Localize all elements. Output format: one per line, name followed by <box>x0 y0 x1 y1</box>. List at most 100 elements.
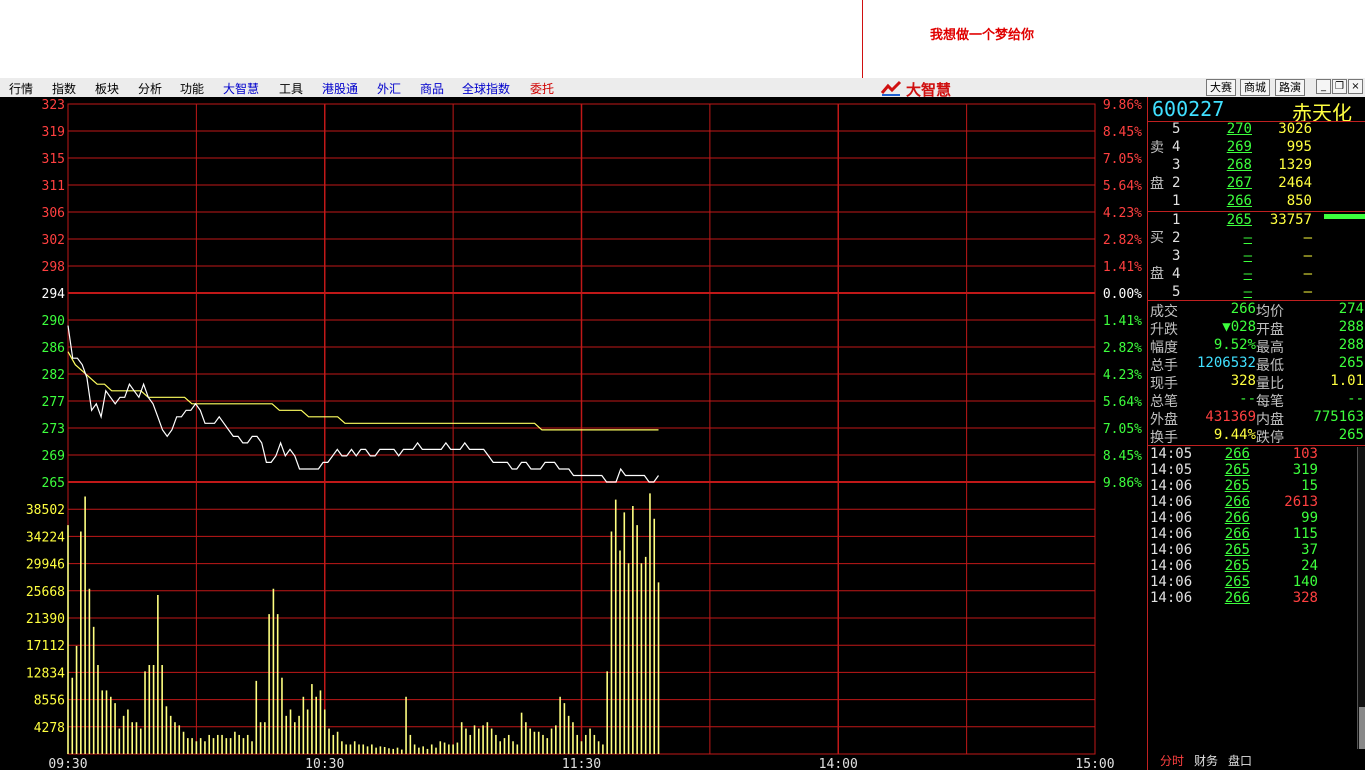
top-button-2[interactable]: 路演 <box>1275 79 1305 96</box>
quote-value: 775163 <box>1313 409 1364 425</box>
quote-label: 量比 <box>1256 376 1284 392</box>
menu-item-6[interactable]: 工具 <box>279 80 303 97</box>
tick-scrollbar[interactable] <box>1357 447 1365 767</box>
quote-value: 1206532 <box>1196 355 1256 371</box>
quote-label: 每笔 <box>1256 394 1284 410</box>
tick-volume: 140 <box>1292 574 1318 590</box>
buy-level: 2 <box>1172 230 1181 246</box>
pct-tick-label: 2.82% <box>1103 233 1142 248</box>
volume-tick-label: 34224 <box>26 530 65 545</box>
sell-volume: 2464 <box>1278 175 1312 191</box>
pct-tick-label: 8.45% <box>1103 125 1142 140</box>
quote-label: 开盘 <box>1256 322 1284 338</box>
intraday-chart[interactable]: 323 9.86% 319 8.45% 315 7.05% 311 5.64% 306 4.23%… <box>0 97 1147 770</box>
quote-value: 328 <box>1230 373 1256 389</box>
quote-label: 最低 <box>1256 358 1284 374</box>
sell-label: 盘 <box>1150 176 1164 192</box>
tab-1[interactable]: 财务 <box>1194 752 1218 769</box>
price-line <box>67 325 659 483</box>
price-tick-label: 302 <box>42 233 65 248</box>
volume-tick-label: 8556 <box>34 694 65 709</box>
quote-value: 431369 <box>1205 409 1256 425</box>
menu-bar: 行情 指数 板块 分析 功能 大智慧 工具 港股通 外汇 商品 全球指数 委托 <box>0 78 1365 98</box>
tick-price: 266 <box>1224 590 1250 606</box>
quote-label: 成交 <box>1150 304 1178 320</box>
price-tick-label: 298 <box>42 260 65 275</box>
main-area: 323 9.86% 319 8.45% 315 7.05% 311 5.64% 306 4.23%… <box>0 97 1365 770</box>
top-button-1[interactable]: 商城 <box>1240 79 1270 96</box>
volume-tick-label: 12834 <box>26 666 65 681</box>
time-tick-label: 11:30 <box>562 757 601 770</box>
quote-label: 内盘 <box>1256 412 1284 428</box>
buy-volume: — <box>1303 230 1312 246</box>
buy-price: — <box>1243 230 1252 246</box>
price-tick-label: 311 <box>42 179 65 194</box>
tick-price: 266 <box>1224 494 1250 510</box>
menu-item-3[interactable]: 分析 <box>138 80 162 97</box>
close-icon[interactable]: × <box>1348 79 1363 94</box>
quote-panel: 600227 赤天化 卖盘买盘 5 270 3026 4 269 995 3 268 1329 2 2… <box>1147 97 1365 770</box>
menu-item-11[interactable]: 委托 <box>530 80 554 97</box>
buy-volume: — <box>1303 284 1312 300</box>
tab-0[interactable]: 分时 <box>1160 752 1184 769</box>
menu-item-1[interactable]: 指数 <box>52 80 76 97</box>
restore-icon[interactable]: ❐ <box>1332 79 1347 94</box>
panel-tabs: 分时 财务 盘口 <box>1148 749 1365 769</box>
pct-tick-label: 9.86% <box>1103 476 1142 491</box>
sell-price: 269 <box>1226 139 1252 155</box>
price-tick-label: 269 <box>42 449 65 464</box>
quote-label: 总手 <box>1150 358 1178 374</box>
sell-price: 268 <box>1226 157 1252 173</box>
menu-item-5[interactable]: 大智慧 <box>223 80 259 97</box>
buy-price: — <box>1243 266 1252 282</box>
price-tick-label: 286 <box>42 341 65 356</box>
sell-price: 270 <box>1226 121 1252 137</box>
menu-item-7[interactable]: 港股通 <box>322 80 358 97</box>
buy-volume: — <box>1303 248 1312 264</box>
price-tick-label: 273 <box>42 422 65 437</box>
tick-time: 14:06 <box>1150 574 1193 590</box>
quote-label: 外盘 <box>1150 412 1178 428</box>
menu-item-4[interactable]: 功能 <box>180 80 204 97</box>
quote-value: 288 <box>1338 337 1364 353</box>
time-tick-label: 10:30 <box>305 757 344 770</box>
pct-tick-label: 7.05% <box>1103 422 1142 437</box>
menu-item-0[interactable]: 行情 <box>9 80 33 97</box>
price-tick-label: 290 <box>42 314 65 329</box>
banner-text: 我想做一个梦给你 <box>930 28 1035 43</box>
volume-tick-label: 25668 <box>26 585 65 600</box>
volume-tick-label: 21390 <box>26 612 65 627</box>
quote-value: ▼028 <box>1222 319 1256 335</box>
time-tick-label: 14:00 <box>819 757 858 770</box>
buy-price: — <box>1243 284 1252 300</box>
volume-tick-label: 38502 <box>26 503 65 518</box>
menu-item-10[interactable]: 全球指数 <box>462 80 510 97</box>
minimize-icon[interactable]: _ <box>1316 79 1331 94</box>
quote-value: 9.52% <box>1213 337 1256 353</box>
buy-price: 265 <box>1226 212 1252 228</box>
menu-item-2[interactable]: 板块 <box>95 80 119 97</box>
sell-volume: 850 <box>1286 193 1312 209</box>
top-button-0[interactable]: 大赛 <box>1206 79 1236 96</box>
menu-item-8[interactable]: 外汇 <box>377 80 401 97</box>
sell-level: 3 <box>1172 157 1181 173</box>
quote-value: -- <box>1239 391 1256 407</box>
price-tick-label: 277 <box>42 395 65 410</box>
time-tick-label: 09:30 <box>48 757 87 770</box>
buy-label: 买 <box>1150 230 1164 246</box>
buy-volume: 33757 <box>1269 212 1312 228</box>
quote-label: 换手 <box>1150 430 1178 446</box>
buy-level: 5 <box>1172 284 1181 300</box>
tab-2[interactable]: 盘口 <box>1228 752 1252 769</box>
buy-label: 盘 <box>1150 266 1164 282</box>
pct-tick-label: 4.23% <box>1103 368 1142 383</box>
quote-label: 最高 <box>1256 340 1284 356</box>
menu-item-9[interactable]: 商品 <box>420 80 444 97</box>
sell-volume: 995 <box>1286 139 1312 155</box>
sell-price: 267 <box>1226 175 1252 191</box>
volume-tick-label: 4278 <box>34 721 65 736</box>
quote-label: 幅度 <box>1150 340 1178 356</box>
tick-time: 14:06 <box>1150 526 1193 542</box>
quote-value: 265 <box>1338 427 1364 443</box>
price-tick-label: 315 <box>42 152 65 167</box>
